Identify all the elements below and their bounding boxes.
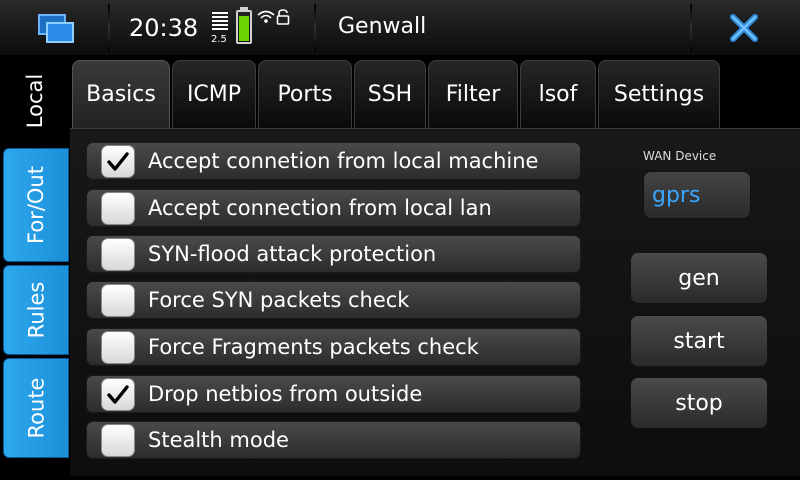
tab-basics[interactable]: Basics <box>72 60 170 128</box>
basics-panel: Accept connetion from local machine Acce… <box>70 128 800 476</box>
checkbox[interactable] <box>101 145 135 178</box>
status-divider <box>314 4 316 52</box>
tab-label: Ports <box>277 82 333 107</box>
close-icon <box>730 14 758 42</box>
wan-device-label: WAN Device <box>643 149 717 163</box>
wan-device-select[interactable]: gprs <box>643 171 751 219</box>
tab-label: Settings <box>613 82 705 107</box>
stop-button[interactable]: stop <box>630 377 768 429</box>
tab-bar: Basics ICMP Ports SSH Filter lsof Settin… <box>70 56 800 128</box>
battery-icon <box>236 10 252 44</box>
side-tab-rules[interactable]: Rules <box>3 265 69 355</box>
option-label: SYN-flood attack protection <box>148 242 437 266</box>
tab-settings[interactable]: Settings <box>598 60 720 128</box>
option-row[interactable]: Stealth mode <box>86 421 581 459</box>
option-row[interactable]: Accept connection from local lan <box>86 189 581 227</box>
tab-ports[interactable]: Ports <box>258 60 352 128</box>
side-tab-label: Local <box>23 73 47 129</box>
checkbox[interactable] <box>101 238 135 271</box>
network-type-label: 2.5 <box>211 34 227 45</box>
start-button-label: start <box>673 328 725 354</box>
side-tab-label: Route <box>24 377 48 439</box>
checkbox[interactable] <box>101 378 135 411</box>
close-button[interactable] <box>722 8 766 48</box>
option-label: Force SYN packets check <box>148 288 410 312</box>
wifi-icon <box>257 10 275 23</box>
start-button[interactable]: start <box>630 315 768 367</box>
stop-button-label: stop <box>675 390 723 416</box>
signal-strength-icon <box>212 12 228 34</box>
checkmark-icon <box>107 151 129 171</box>
checkmark-icon <box>107 384 129 404</box>
gen-button-label: gen <box>678 265 720 291</box>
status-bar: 20:38 2.5 Genwall <box>0 0 800 56</box>
tab-ssh[interactable]: SSH <box>354 60 426 128</box>
option-label: Force Fragments packets check <box>148 335 479 359</box>
option-row[interactable]: SYN-flood attack protection <box>86 235 581 273</box>
wan-device-value: gprs <box>652 182 701 208</box>
option-label: Drop netbios from outside <box>148 382 423 406</box>
side-tab-label: Rules <box>24 281 48 339</box>
tab-label: SSH <box>367 82 413 107</box>
gen-button[interactable]: gen <box>630 252 768 304</box>
tab-label: Basics <box>86 82 156 107</box>
status-divider <box>690 4 692 52</box>
app-title: Genwall <box>338 14 427 39</box>
option-label: Accept connection from local lan <box>148 196 492 220</box>
checkbox[interactable] <box>101 284 135 317</box>
clock: 20:38 <box>129 14 199 42</box>
side-tab-local[interactable]: Local <box>0 56 70 146</box>
tab-icmp[interactable]: ICMP <box>172 60 256 128</box>
option-row[interactable]: Drop netbios from outside <box>86 375 581 413</box>
checkbox[interactable] <box>101 424 135 457</box>
checkbox[interactable] <box>101 331 135 364</box>
status-divider <box>108 4 110 52</box>
checkbox[interactable] <box>101 192 135 225</box>
option-row[interactable]: Accept connetion from local machine <box>86 142 581 180</box>
side-tab-label: For/Out <box>24 166 48 244</box>
tab-label: ICMP <box>186 82 242 107</box>
side-tab-route[interactable]: Route <box>3 358 69 458</box>
option-label: Stealth mode <box>148 428 289 452</box>
option-row[interactable]: Force SYN packets check <box>86 281 581 319</box>
task-switcher-icon[interactable] <box>36 12 76 44</box>
tab-label: lsof <box>538 82 578 107</box>
battery-level <box>239 15 249 41</box>
tab-label: Filter <box>445 82 501 107</box>
lock-icon <box>276 9 290 25</box>
tab-lsof[interactable]: lsof <box>520 60 596 128</box>
option-label: Accept connetion from local machine <box>148 149 539 173</box>
tab-filter[interactable]: Filter <box>428 60 518 128</box>
side-tab-for-out[interactable]: For/Out <box>3 148 69 262</box>
option-row[interactable]: Force Fragments packets check <box>86 328 581 366</box>
